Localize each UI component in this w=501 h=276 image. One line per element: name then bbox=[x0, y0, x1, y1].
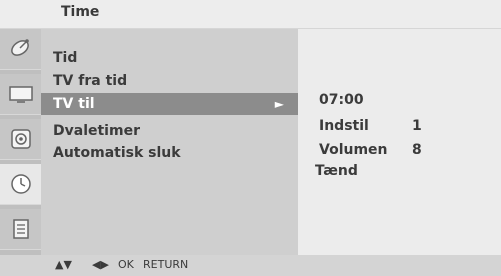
tv-menu-screen: Time Tid TV fra tid TV til ► Dvaletimer … bbox=[0, 0, 501, 276]
channel-value[interactable]: 1 bbox=[412, 118, 422, 134]
return-hint: RETURN bbox=[143, 258, 189, 271]
ok-hint: OK bbox=[118, 258, 134, 271]
menu-item-label: TV til bbox=[53, 96, 95, 112]
menu-item-dvaletimer[interactable]: Dvaletimer bbox=[41, 120, 298, 142]
help-bar: ▲▼ ◀▶ OK RETURN bbox=[0, 255, 501, 276]
category-icon-column bbox=[0, 29, 41, 255]
tv-til-settings-panel: 07:00 Indstil 1 Volumen 8 Tænd bbox=[298, 29, 501, 255]
volume-value[interactable]: 8 bbox=[412, 142, 422, 158]
left-right-arrows-icon: ◀▶ bbox=[92, 258, 109, 271]
satellite-dish-icon[interactable] bbox=[0, 29, 41, 70]
menu-item-tv-til[interactable]: TV til ► bbox=[41, 93, 298, 115]
menu-item-label: Automatisk sluk bbox=[53, 145, 181, 161]
speaker-audio-icon[interactable] bbox=[0, 119, 41, 160]
screen-picture-icon[interactable] bbox=[0, 74, 41, 115]
volume-label: Volumen bbox=[319, 142, 388, 158]
menu-item-label: TV fra tid bbox=[53, 73, 128, 89]
title-bar: Time bbox=[0, 0, 501, 29]
up-down-arrows-icon: ▲▼ bbox=[55, 258, 72, 271]
menu-item-tv-fra-tid[interactable]: TV fra tid bbox=[41, 70, 298, 92]
on-off-state[interactable]: Tænd bbox=[315, 163, 358, 179]
menu-item-tid[interactable]: Tid bbox=[41, 47, 298, 69]
clock-icon[interactable] bbox=[0, 164, 41, 205]
menu-item-label: Dvaletimer bbox=[53, 123, 140, 139]
options-menu-icon[interactable] bbox=[0, 209, 41, 250]
menu-item-label: Tid bbox=[53, 50, 78, 66]
channel-label: Indstil bbox=[319, 118, 369, 134]
menu-item-automatisk-sluk[interactable]: Automatisk sluk bbox=[41, 142, 298, 164]
time-menu-list: Tid TV fra tid TV til ► Dvaletimer Autom… bbox=[41, 29, 298, 255]
on-time-value[interactable]: 07:00 bbox=[319, 92, 364, 108]
submenu-arrow-icon: ► bbox=[274, 97, 284, 111]
menu-title: Time bbox=[61, 4, 100, 20]
